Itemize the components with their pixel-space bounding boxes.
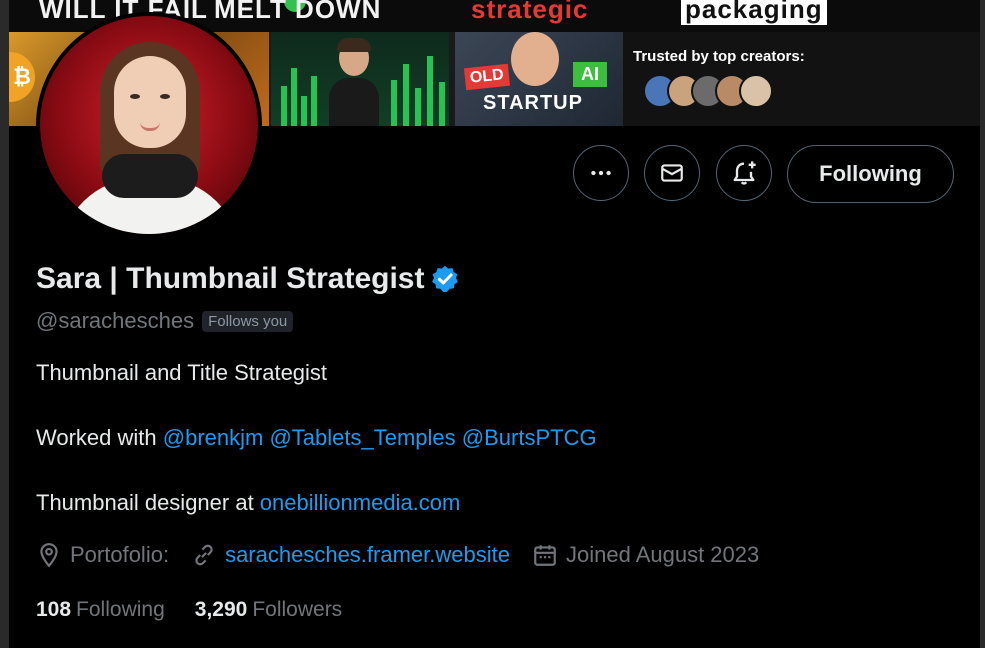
bio-line-2: Worked with @brenkjm @Tablets_Temples @B… — [36, 425, 597, 451]
chart-bar — [281, 86, 287, 126]
banner-text-2: MELT DOWN — [214, 0, 382, 24]
bio-prefix: Thumbnail designer at — [36, 490, 260, 515]
more-options-button[interactable] — [573, 145, 629, 201]
profile-name-row: Sara | Thumbnail Strategist — [36, 262, 460, 296]
creator-avatar — [739, 74, 773, 108]
website-link[interactable]: sarachesches.framer.website — [225, 542, 510, 568]
followers-label: Followers — [252, 598, 343, 621]
profile-handle-row: @sarachesches Follows you — [36, 308, 294, 334]
following-count: 108 — [36, 598, 72, 621]
chart-bar — [311, 76, 317, 126]
thumbnail-person — [329, 38, 379, 126]
window-frame-left — [0, 0, 9, 648]
follows-you-badge: Follows you — [202, 310, 294, 332]
trusted-by-label: Trusted by top creators: — [633, 48, 805, 65]
profile-avatar[interactable] — [36, 12, 262, 238]
chart-bar — [415, 88, 421, 126]
chart-bar — [291, 68, 297, 126]
mention-link[interactable]: @BurtsPTCG — [462, 425, 597, 450]
bitcoin-icon: ₿ — [9, 52, 35, 102]
profile-meta-row: Portofolio: sarachesches.framer.website … — [36, 542, 759, 568]
banner-text-4: packaging — [681, 0, 827, 25]
company-link[interactable]: onebillionmedia.com — [260, 490, 461, 515]
joined-date: Joined August 2023 — [565, 542, 760, 567]
banner-thumbnail-startup: OLD AI STARTUP — [455, 32, 623, 126]
startup-label: STARTUP — [483, 92, 583, 114]
mail-icon — [661, 164, 683, 182]
message-button[interactable] — [644, 145, 700, 201]
headphones — [102, 154, 198, 198]
chart-bar — [391, 80, 397, 126]
followers-stat[interactable]: 3,290 Followers — [195, 598, 342, 622]
window-frame-right — [980, 0, 985, 648]
bio-line-1: Thumbnail and Title Strategist — [36, 360, 328, 385]
followers-count: 3,290 — [194, 598, 248, 621]
location-text: Portofolio: — [70, 542, 170, 567]
ai-tag: AI — [573, 62, 607, 87]
following-button[interactable]: Following — [787, 145, 954, 203]
following-label: Following — [76, 598, 165, 621]
notifications-button[interactable] — [716, 145, 772, 201]
banner-trusted-section: Trusted by top creators: — [623, 32, 980, 126]
profile-stats: 108 Following 3,290 Followers — [36, 598, 342, 622]
verified-badge-icon[interactable] — [430, 264, 460, 294]
banner-thumbnail-chart — [271, 32, 449, 126]
bio-prefix: Worked with — [36, 425, 163, 450]
mention-link[interactable]: @brenkjm — [163, 425, 264, 450]
avatar-photo — [40, 16, 258, 234]
thumbnail-person — [511, 32, 559, 86]
profile-name: Sara | Thumbnail Strategist — [36, 262, 425, 295]
more-icon — [591, 170, 611, 176]
chart-bar — [427, 56, 433, 126]
chart-bar — [301, 96, 307, 126]
chart-bar — [439, 82, 445, 126]
mention-link[interactable]: @Tablets_Temples — [269, 425, 455, 450]
profile-handle: @sarachesches — [36, 308, 195, 333]
banner-text-3: strategic — [471, 0, 589, 24]
old-tag: OLD — [463, 63, 510, 91]
calendar-icon — [534, 545, 556, 566]
following-stat[interactable]: 108 Following — [36, 598, 165, 622]
notification-add-icon — [733, 161, 756, 185]
link-icon — [195, 544, 213, 566]
location-icon — [40, 543, 58, 568]
chart-bar — [403, 64, 409, 126]
bio-line-3: Thumbnail designer at onebillionmedia.co… — [36, 490, 460, 516]
